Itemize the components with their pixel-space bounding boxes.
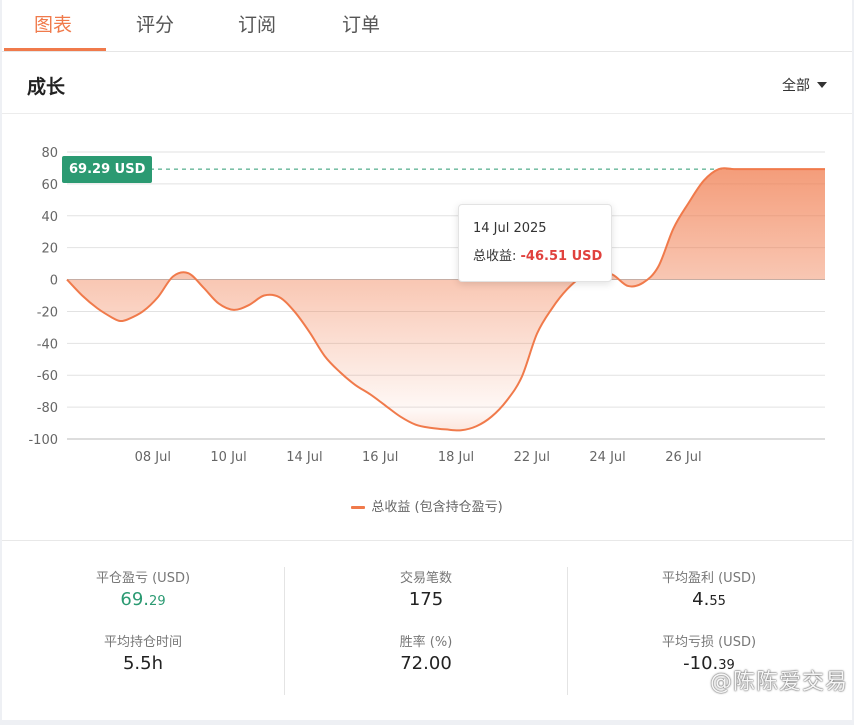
stat-label: 胜率 (%): [399, 635, 453, 650]
chart-legend[interactable]: 总收益 (包含持仓盈亏): [2, 496, 852, 515]
stat-value: 5.5h: [122, 653, 164, 674]
stat-label: 平均持仓时间: [103, 635, 182, 650]
y-tick-label: -40: [37, 337, 58, 352]
y-tick-label: 40: [41, 210, 58, 225]
y-tick-label: -60: [37, 369, 58, 384]
stat-avg-hold-time: 平均持仓时间 5.5h: [2, 631, 284, 677]
stat-label: 平均亏损 (USD): [661, 635, 757, 650]
range-filter-label: 全部: [782, 78, 810, 94]
stat-label: 交易笔数: [399, 571, 452, 586]
last-value-badge: 69.29 USD: [62, 156, 153, 183]
y-tick-label: 60: [41, 178, 58, 193]
tab-bar: 图表 评分 订阅 订单: [2, 0, 852, 52]
y-tick-label: 80: [41, 146, 58, 161]
range-filter-dropdown[interactable]: 全部: [782, 75, 827, 95]
y-tick-label: 0: [50, 274, 58, 289]
section-header: 成长 全部: [2, 52, 852, 114]
stat-win-rate: 胜率 (%) 72.00: [285, 631, 567, 677]
tooltip-value: -46.51 USD: [520, 249, 603, 264]
x-tick-label: 14 Jul: [286, 450, 322, 465]
x-tick-label: 08 Jul: [135, 450, 171, 465]
tab-rating[interactable]: 评分: [136, 10, 174, 37]
stat-avg-profit: 平均盈利 (USD) 4.55: [568, 567, 850, 613]
x-tick-label: 16 Jul: [362, 450, 398, 465]
tab-chart[interactable]: 图表: [34, 10, 72, 37]
tooltip-date: 14 Jul 2025: [473, 221, 547, 236]
tooltip-label: 总收益:: [473, 249, 517, 264]
stat-label: 平均盈利 (USD): [661, 571, 757, 586]
tab-subscribe[interactable]: 订阅: [238, 10, 276, 37]
legend-swatch: [351, 506, 366, 509]
stats-column-1: 平仓盈亏 (USD) 69.29 平均持仓时间 5.5h: [2, 567, 284, 677]
y-tick-label: -20: [37, 305, 58, 320]
stat-value: 4.55: [692, 589, 726, 610]
growth-chart[interactable]: 80 60 40 20 0 -20 -40 -60 -80 -100 08 Jul 10 Jul 14 …: [2, 130, 852, 530]
legend-label: 总收益 (包含持仓盈亏): [371, 500, 503, 515]
x-tick-label: 22 Jul: [514, 450, 550, 465]
stat-closed-pnl: 平仓盈亏 (USD) 69.29: [2, 567, 284, 613]
x-tick-label: 24 Jul: [589, 450, 625, 465]
stat-value: 175: [408, 589, 444, 610]
y-tick-label: -100: [28, 433, 58, 448]
stat-label: 平仓盈亏 (USD): [95, 571, 191, 586]
x-tick-label: 26 Jul: [665, 450, 701, 465]
x-tick-label: 18 Jul: [438, 450, 474, 465]
y-tick-label: -80: [37, 401, 58, 416]
chart-tooltip: 14 Jul 2025 总收益: -46.51 USD: [458, 204, 612, 282]
growth-card: 图表 评分 订阅 订单 成长 全部 80 60 40 20 0 -20 -40 -60 -80 -…: [2, 0, 852, 720]
y-tick-label: 20: [41, 242, 58, 257]
stats-column-3: 平均盈利 (USD) 4.55 平均亏损 (USD) -10.39: [568, 567, 850, 677]
series-area: [67, 168, 825, 431]
tooltip-row: 总收益: -46.51 USD: [473, 245, 602, 264]
x-tick-label: 10 Jul: [210, 450, 246, 465]
active-tab-indicator: [4, 48, 106, 51]
stats-column-2: 交易笔数 175 胜率 (%) 72.00: [285, 567, 567, 677]
stat-value: 69.29: [120, 589, 166, 610]
watermark: @陈陈爱交易: [709, 670, 848, 695]
stat-trade-count: 交易笔数 175: [285, 567, 567, 613]
caret-down-icon: [817, 82, 827, 88]
tab-orders[interactable]: 订单: [342, 10, 380, 37]
section-title: 成长: [27, 76, 66, 98]
stat-value: 72.00: [400, 653, 452, 674]
